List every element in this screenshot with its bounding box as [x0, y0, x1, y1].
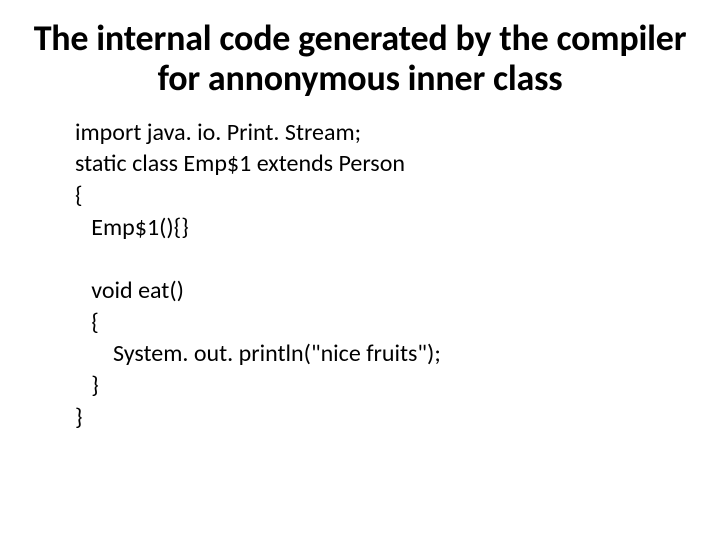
code-line: Emp$1(){}: [75, 213, 189, 242]
code-line: }: [75, 403, 83, 432]
code-line: void eat(): [75, 276, 184, 305]
code-line: {: [75, 181, 83, 210]
slide: The internal code generated by the compi…: [0, 0, 720, 540]
slide-title: The internal code generated by the compi…: [20, 18, 700, 99]
code-block: import java. io. Print. Stream; static c…: [20, 117, 700, 434]
code-line: import java. io. Print. Stream;: [75, 118, 361, 147]
code-line: static class Emp$1 extends Person: [75, 149, 405, 178]
code-line: System. out. println("nice fruits");: [75, 339, 441, 368]
code-line: {: [75, 308, 99, 337]
code-line: }: [75, 371, 99, 400]
